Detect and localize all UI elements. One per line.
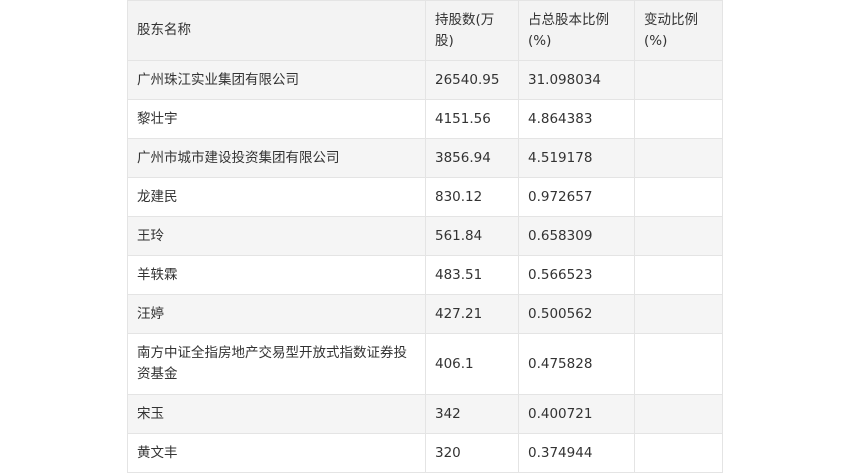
cell-shares-held: 561.84 [425,216,519,256]
header-shares-held: 持股数(万股) [425,0,519,61]
cell-shareholder-name: 宋玉 [127,394,426,434]
cell-share-ratio: 0.374944 [518,433,635,473]
cell-share-ratio: 4.864383 [518,99,635,139]
cell-change-ratio [634,216,723,256]
table-row: 龙建民 830.12 0.972657 [127,177,723,217]
cell-shares-held: 483.51 [425,255,519,295]
cell-shareholder-name: 王玲 [127,216,426,256]
cell-share-ratio: 0.475828 [518,333,635,395]
shareholder-table: 股东名称 持股数(万股) 占总股本比例(%) 变动比例(%) 广州珠江实业集团有… [127,0,723,473]
cell-shares-held: 427.21 [425,294,519,334]
table-header: 股东名称 持股数(万股) 占总股本比例(%) 变动比例(%) [127,0,723,61]
cell-share-ratio: 0.972657 [518,177,635,217]
cell-shareholder-name: 黄文丰 [127,433,426,473]
table-row: 黄文丰 320 0.374944 [127,433,723,473]
cell-shareholder-name: 广州珠江实业集团有限公司 [127,60,426,100]
header-change-ratio: 变动比例(%) [634,0,723,61]
table-row: 宋玉 342 0.400721 [127,394,723,434]
table-row: 南方中证全指房地产交易型开放式指数证券投资基金 406.1 0.475828 [127,333,723,395]
header-share-ratio: 占总股本比例(%) [518,0,635,61]
cell-change-ratio [634,394,723,434]
table-row: 广州珠江实业集团有限公司 26540.95 31.098034 [127,60,723,100]
cell-share-ratio: 0.658309 [518,216,635,256]
cell-shares-held: 830.12 [425,177,519,217]
table-row: 王玲 561.84 0.658309 [127,216,723,256]
cell-shareholder-name: 黎壮宇 [127,99,426,139]
cell-shares-held: 342 [425,394,519,434]
cell-shares-held: 320 [425,433,519,473]
cell-shareholder-name: 羊轶霖 [127,255,426,295]
cell-share-ratio: 0.566523 [518,255,635,295]
cell-change-ratio [634,433,723,473]
cell-share-ratio: 4.519178 [518,138,635,178]
table-row: 羊轶霖 483.51 0.566523 [127,255,723,295]
cell-shares-held: 406.1 [425,333,519,395]
cell-share-ratio: 0.400721 [518,394,635,434]
table-row: 黎壮宇 4151.56 4.864383 [127,99,723,139]
cell-change-ratio [634,138,723,178]
cell-share-ratio: 31.098034 [518,60,635,100]
cell-change-ratio [634,333,723,395]
cell-shares-held: 4151.56 [425,99,519,139]
cell-shareholder-name: 南方中证全指房地产交易型开放式指数证券投资基金 [127,333,426,395]
cell-shareholder-name: 汪婷 [127,294,426,334]
cell-change-ratio [634,60,723,100]
header-row: 股东名称 持股数(万股) 占总股本比例(%) 变动比例(%) [127,0,723,61]
cell-change-ratio [634,255,723,295]
table-row: 汪婷 427.21 0.500562 [127,294,723,334]
shareholder-table-container: 股东名称 持股数(万股) 占总股本比例(%) 变动比例(%) 广州珠江实业集团有… [127,0,723,473]
cell-change-ratio [634,177,723,217]
cell-shares-held: 26540.95 [425,60,519,100]
table-body: 广州珠江实业集团有限公司 26540.95 31.098034 黎壮宇 4151… [127,60,723,473]
cell-shareholder-name: 广州市城市建设投资集团有限公司 [127,138,426,178]
cell-change-ratio [634,99,723,139]
cell-shares-held: 3856.94 [425,138,519,178]
header-shareholder-name: 股东名称 [127,0,426,61]
cell-share-ratio: 0.500562 [518,294,635,334]
table-row: 广州市城市建设投资集团有限公司 3856.94 4.519178 [127,138,723,178]
cell-change-ratio [634,294,723,334]
cell-shareholder-name: 龙建民 [127,177,426,217]
